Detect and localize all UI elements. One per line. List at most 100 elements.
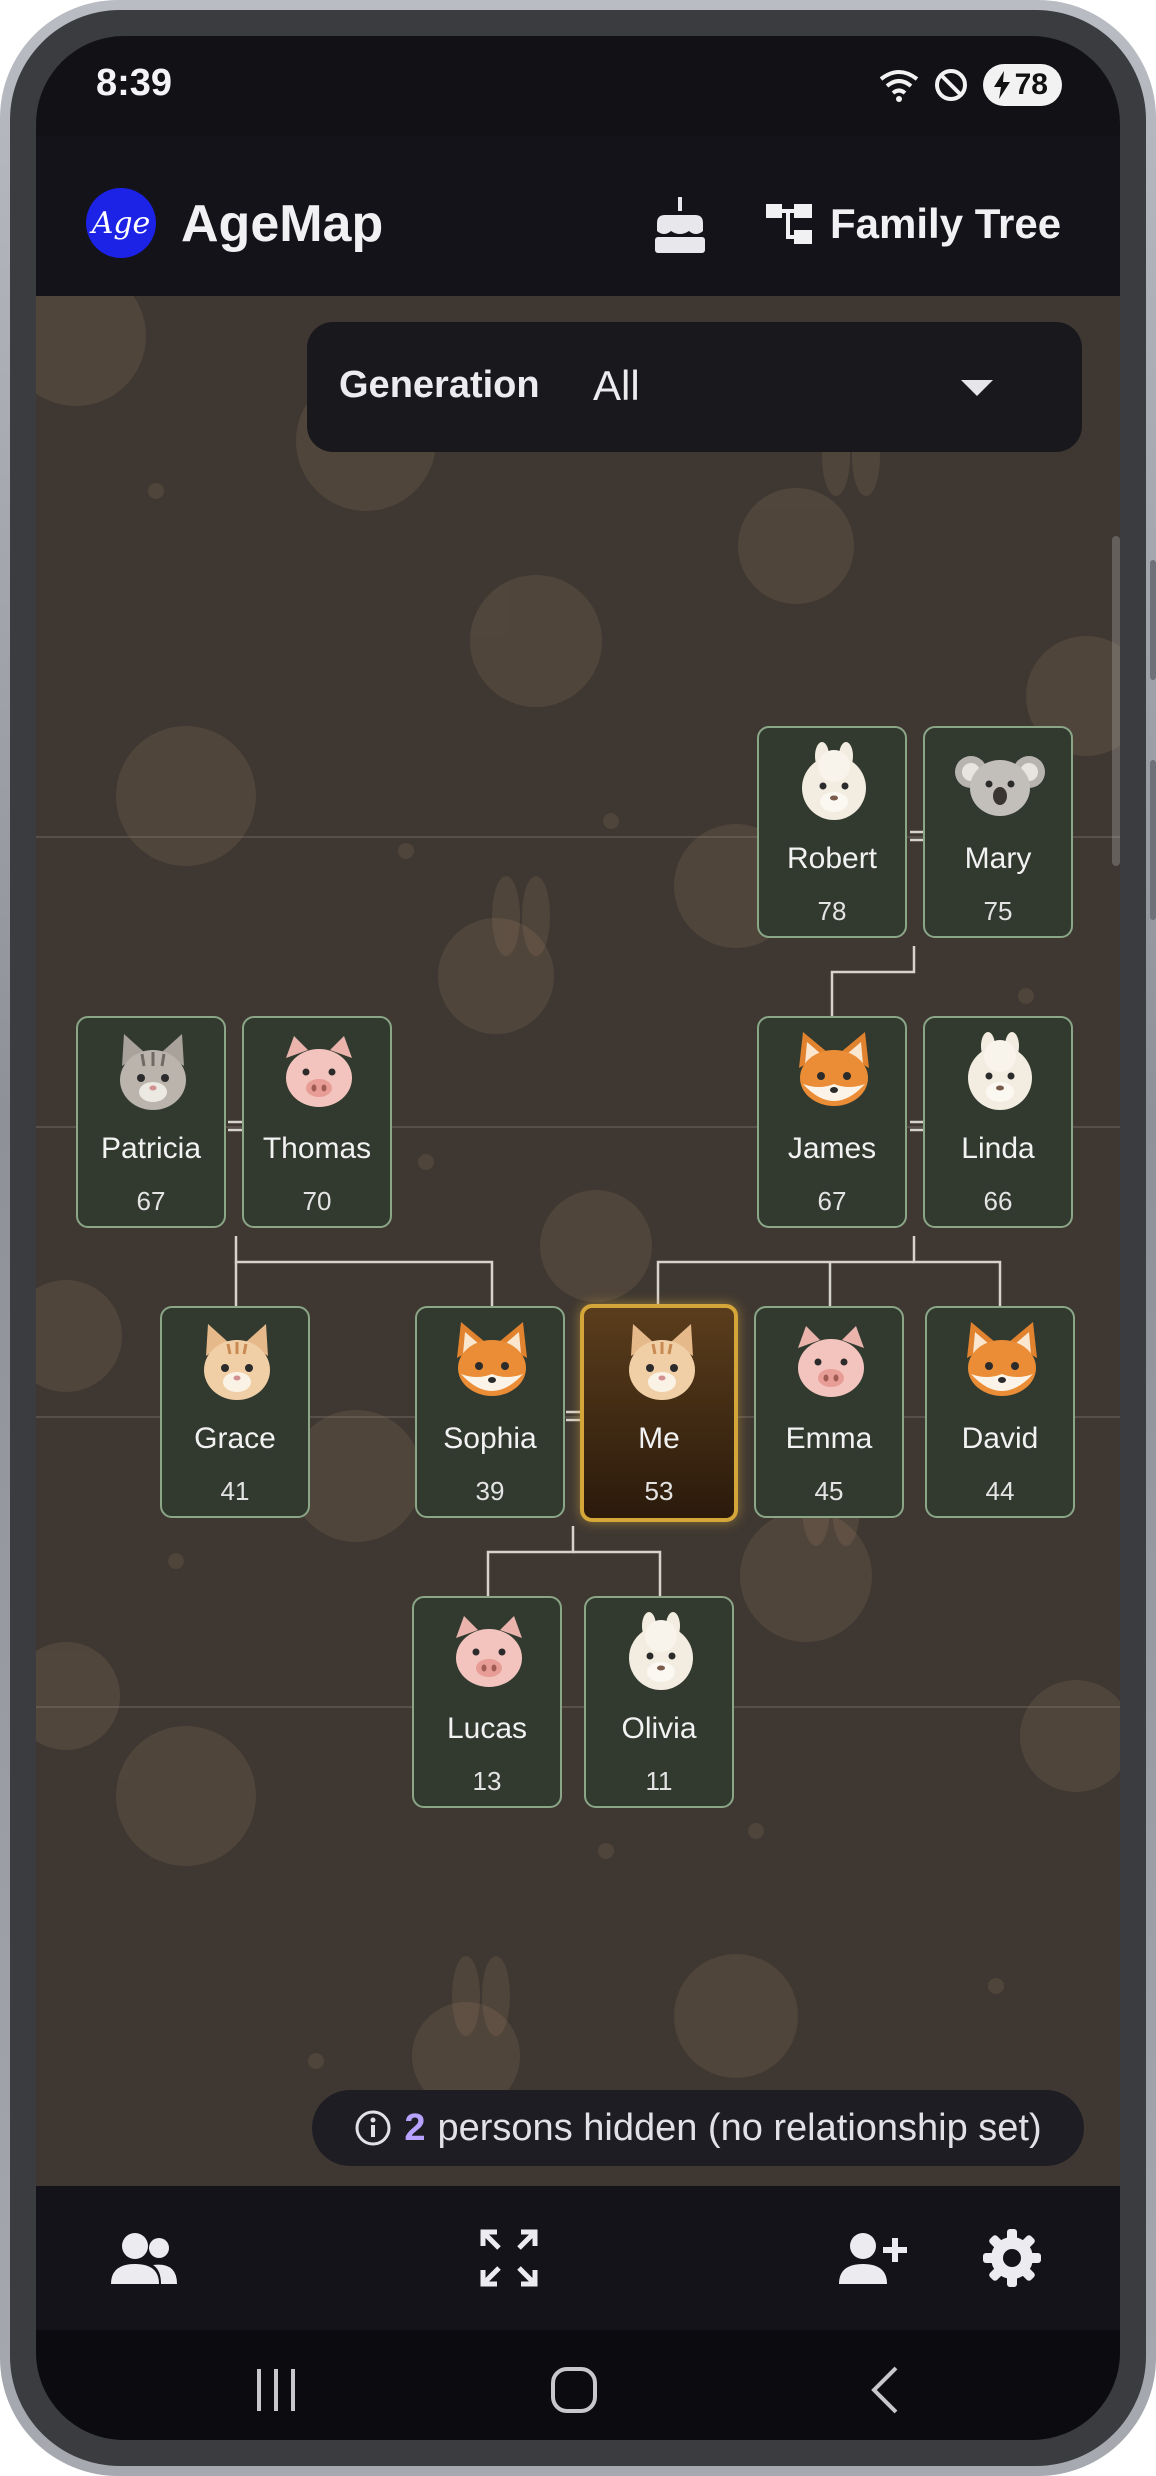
screen: 8:39 78 Age AgeMap Family Tree Generatio… (36, 36, 1120, 2440)
power-button (1150, 760, 1156, 920)
person-name: Olivia (621, 1712, 697, 1745)
add-person-button[interactable] (836, 2222, 908, 2294)
person-age: 53 (644, 1476, 674, 1506)
orange-cat-avatar-icon (629, 1324, 695, 1400)
back-icon (871, 2366, 898, 2414)
person-name: David (961, 1422, 1039, 1455)
recents-icon (257, 2369, 295, 2411)
pig-avatar-icon (286, 1036, 352, 1107)
person-age: 13 (472, 1766, 502, 1796)
person-card-me[interactable]: Me 53 (580, 1304, 738, 1522)
generation-dropdown[interactable]: Generation All (307, 322, 1082, 452)
account-tree-icon (766, 204, 812, 244)
battery-level: 78 (1014, 68, 1048, 101)
person-name: Mary (964, 842, 1032, 875)
birthday-button[interactable] (648, 192, 712, 256)
cake-icon (655, 197, 705, 253)
person-name: Sophia (443, 1422, 537, 1455)
pig-avatar-icon (456, 1616, 522, 1687)
person-card-patricia[interactable]: Patricia 67 (76, 1016, 226, 1228)
people-icon (111, 2233, 177, 2284)
person-age: 67 (817, 1186, 847, 1216)
koala-avatar-icon (955, 756, 1045, 816)
alpaca-avatar-icon (968, 1032, 1032, 1110)
settings-icon (983, 2229, 1041, 2287)
person-card-james[interactable]: James 67 (757, 1016, 907, 1228)
fit-screen-button[interactable] (473, 2222, 545, 2294)
person-age: 75 (983, 896, 1013, 926)
pig-avatar-icon (798, 1326, 864, 1397)
alpaca-avatar-icon (802, 742, 866, 820)
home-icon (551, 2367, 597, 2413)
hidden-text: persons hidden (no relationship set) (437, 2106, 1042, 2149)
person-age: 11 (645, 1766, 673, 1796)
orange-cat-avatar-icon (204, 1324, 270, 1400)
fox-avatar-icon (967, 1322, 1037, 1396)
app-logo: Age (86, 188, 156, 258)
relationship-lines (228, 830, 1002, 1596)
alpaca-avatar-icon (629, 1612, 693, 1690)
charging-bolt-icon (993, 71, 1010, 99)
person-card-mary[interactable]: Mary 75 (923, 726, 1073, 938)
system-navigation-bar (36, 2330, 1120, 2440)
hidden-count: 2 (404, 2106, 426, 2149)
person-age: 45 (814, 1476, 844, 1506)
bottom-toolbar (36, 2186, 1120, 2330)
generation-value: All (593, 362, 640, 409)
generation-label: Generation (339, 364, 540, 406)
person-age: 44 (985, 1476, 1015, 1506)
person-card-david[interactable]: David 44 (925, 1306, 1075, 1518)
person-age: 67 (136, 1186, 166, 1216)
person-name: Robert (786, 842, 878, 875)
person-card-thomas[interactable]: Thomas 70 (242, 1016, 392, 1228)
family-tree-button[interactable]: Family Tree (764, 194, 1061, 254)
add-person-icon (839, 2233, 907, 2284)
person-age: 78 (817, 896, 847, 926)
person-card-emma[interactable]: Emma 45 (754, 1306, 904, 1518)
app-bar: Age AgeMap Family Tree (36, 136, 1120, 296)
person-name: Linda (961, 1132, 1035, 1165)
app-title: AgeMap (181, 195, 384, 253)
person-name: Me (638, 1422, 680, 1455)
fit-screen-icon (480, 2229, 538, 2287)
settings-button[interactable] (976, 2222, 1048, 2294)
person-age: 41 (220, 1476, 250, 1506)
person-card-linda[interactable]: Linda 66 (923, 1016, 1073, 1228)
status-icons: 78 (879, 60, 1062, 110)
tabby-cat-avatar-icon (120, 1034, 186, 1110)
person-name: Grace (194, 1422, 276, 1455)
person-name: Thomas (262, 1132, 372, 1165)
do-not-disturb-icon (934, 69, 967, 101)
person-name: Lucas (446, 1712, 528, 1745)
wifi-icon (879, 70, 918, 102)
person-card-olivia[interactable]: Olivia 11 (584, 1596, 734, 1808)
app-logo-text: Age (91, 205, 151, 241)
status-time: 8:39 (96, 62, 173, 104)
phone-frame: 8:39 78 Age AgeMap Family Tree Generatio… (0, 0, 1156, 2476)
back-button[interactable] (854, 2360, 914, 2420)
person-age: 66 (983, 1186, 1013, 1216)
person-card-sophia[interactable]: Sophia 39 (415, 1306, 565, 1518)
battery-indicator: 78 (982, 64, 1062, 106)
person-age: 70 (302, 1186, 332, 1216)
volume-button (1150, 560, 1156, 680)
hidden-persons-notice[interactable]: 2 persons hidden (no relationship set) (312, 2090, 1084, 2166)
fox-avatar-icon (799, 1032, 869, 1106)
person-card-robert[interactable]: Robert 78 (757, 726, 907, 938)
person-age: 39 (475, 1476, 505, 1506)
vertical-scrollbar[interactable] (1112, 536, 1120, 866)
people-button[interactable] (108, 2222, 180, 2294)
tree-canvas[interactable]: Generation All Robert 78 Mary 75 Patrici… (36, 296, 1120, 2186)
recents-button[interactable] (246, 2360, 306, 2420)
fox-avatar-icon (457, 1322, 527, 1396)
family-tree-label: Family Tree (830, 200, 1062, 247)
person-name: Patricia (100, 1132, 202, 1165)
person-card-lucas[interactable]: Lucas 13 (412, 1596, 562, 1808)
person-card-grace[interactable]: Grace 41 (160, 1306, 310, 1518)
status-bar: 8:39 78 (36, 36, 1120, 136)
person-name: James (787, 1132, 877, 1165)
info-icon (355, 2110, 391, 2146)
person-name: Emma (785, 1422, 873, 1455)
home-button[interactable] (544, 2360, 604, 2420)
dropdown-arrow-icon (961, 380, 993, 396)
